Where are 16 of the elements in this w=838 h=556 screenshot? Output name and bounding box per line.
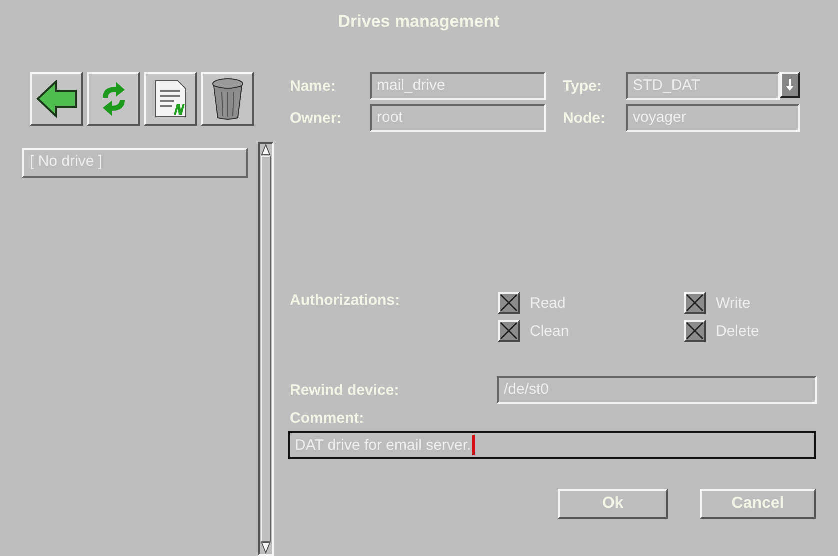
arrow-left-icon: [36, 80, 78, 118]
scrollbar[interactable]: [258, 142, 274, 556]
new-document-icon-button[interactable]: [144, 72, 197, 126]
trash-can-icon: [210, 77, 244, 121]
checkbox[interactable]: [498, 292, 520, 314]
dropdown-button[interactable]: [780, 72, 800, 98]
checkbox[interactable]: [684, 320, 706, 342]
scroll-down-icon: [261, 542, 271, 554]
checkbox[interactable]: [684, 292, 706, 314]
checkbox[interactable]: [498, 320, 520, 342]
refresh-icon-button[interactable]: [87, 72, 140, 126]
document-icon: [154, 79, 188, 119]
scroll-up-icon: [261, 144, 271, 156]
trash-can-icon-button[interactable]: [201, 72, 254, 126]
back-arrow-icon-button[interactable]: [30, 72, 83, 126]
down-arrow-icon: [786, 79, 794, 91]
